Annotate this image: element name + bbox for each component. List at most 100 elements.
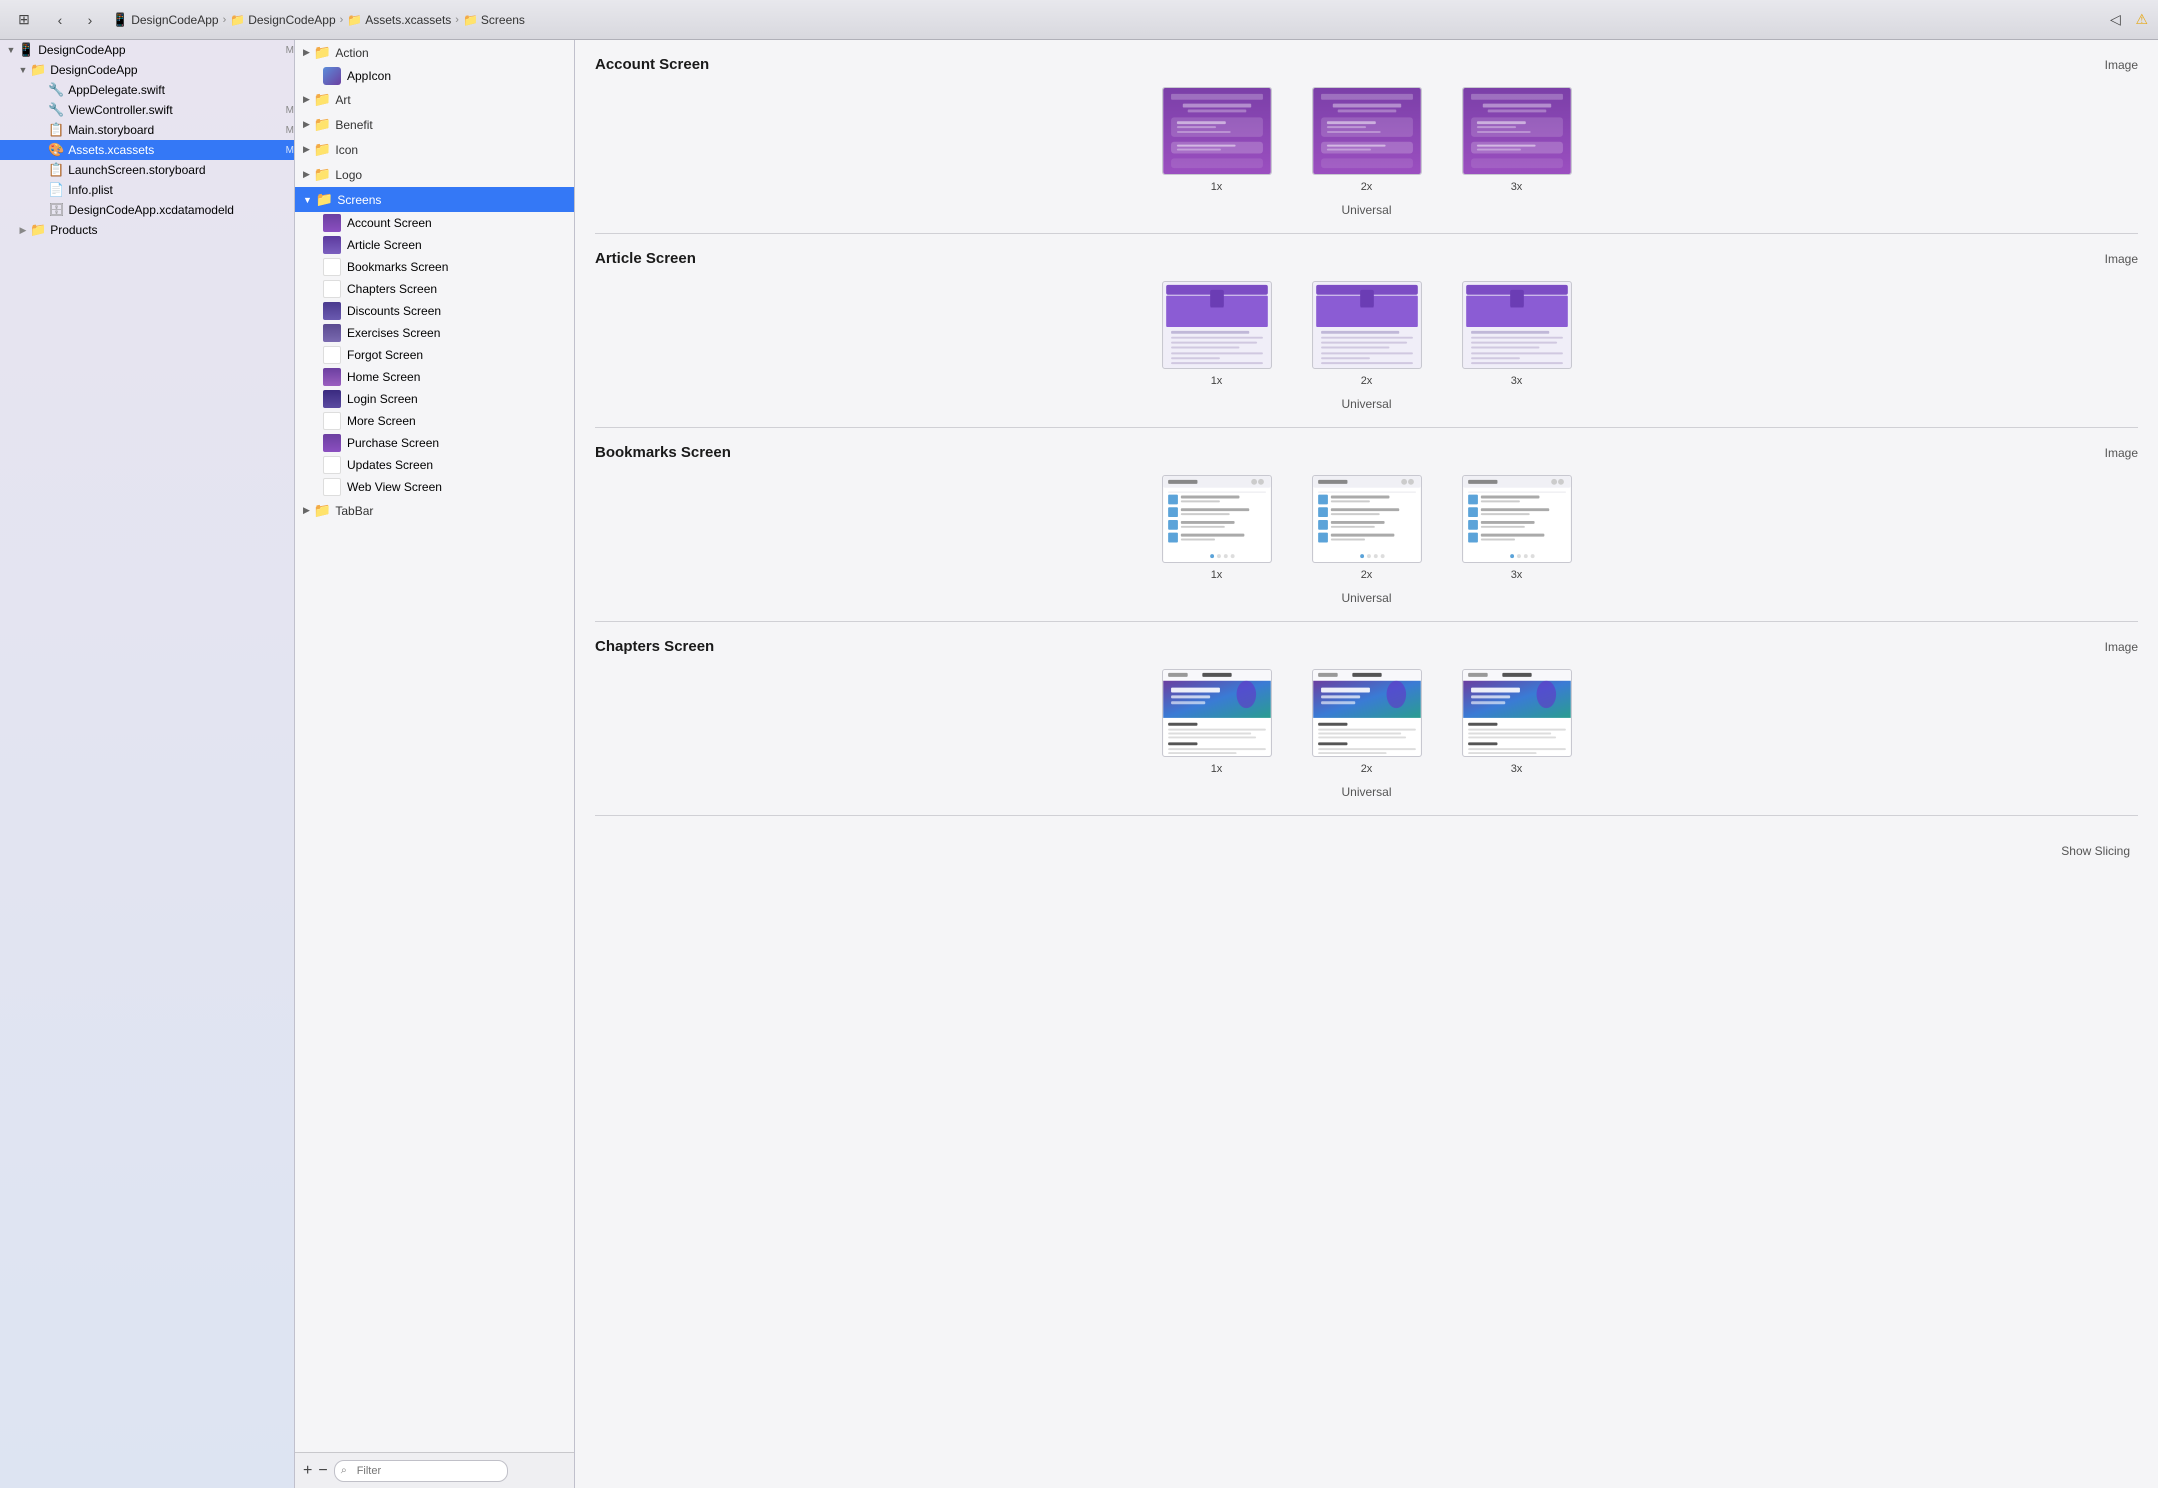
asset-group-art[interactable]: ▶ 📁 Art [295,87,574,112]
grid-view-button[interactable]: ⊞ [10,6,38,34]
toolbar: ⊞ ‹ › 📱 DesignCodeApp › 📁 DesignCodeApp … [0,0,2158,40]
folder-icon: 📁 [314,44,331,61]
folder-icon: 📁 [314,166,331,183]
asset-row-updates[interactable]: Updates Screen [295,454,574,476]
expand-arrow: ▶ [303,169,310,180]
slot-box[interactable] [1312,281,1422,369]
slot-box[interactable] [1462,87,1572,175]
slot-scale-label: 2x [1361,375,1373,387]
asset-label: Login Screen [347,392,418,406]
bottom-toolbar: Show Slicing [595,832,2138,870]
tree-item-products[interactable]: ▶ 📁 Products [0,220,294,240]
tree-item-viewcontroller[interactable]: 🔧 ViewController.swift M [0,100,294,120]
thumb [323,478,341,496]
asset-group-tabbar[interactable]: ▶ 📁 TabBar [295,498,574,523]
remove-asset-button[interactable]: − [318,1462,327,1480]
slot-1x[interactable]: 1x [1162,281,1272,387]
show-slicing-button[interactable]: Show Slicing [2053,840,2138,862]
slot-2x[interactable]: 2x [1312,281,1422,387]
slot-box[interactable] [1162,281,1272,369]
breadcrumb-app[interactable]: 📱 DesignCodeApp [112,12,219,28]
asset-group-screens[interactable]: ▼ 📁 Screens [295,187,574,212]
slot-2x[interactable]: 2x [1312,669,1422,775]
section-bookmarks-screen: Bookmarks Screen Image [595,444,2138,622]
add-asset-button[interactable]: + [303,1462,312,1480]
asset-label: Forgot Screen [347,348,423,362]
asset-list-footer: + − ⌕ [295,1452,574,1488]
tree-item-launchscreen[interactable]: 📋 LaunchScreen.storyboard [0,160,294,180]
assets-icon: 🎨 [48,142,64,158]
back-button[interactable]: ‹ [46,6,74,34]
image-slots: 1x [595,281,2138,387]
asset-label: Article Screen [347,238,422,252]
slot-box[interactable] [1462,475,1572,563]
section-type: Image [2105,640,2138,654]
slot-box[interactable] [1462,669,1572,757]
screens-folder-icon: 📁 [463,13,478,27]
breadcrumb-folder[interactable]: 📁 DesignCodeApp [230,13,335,27]
asset-row-login[interactable]: Login Screen [295,388,574,410]
section-type: Image [2105,58,2138,72]
slot-box[interactable] [1162,475,1272,563]
slot-1x[interactable]: 1x [1162,669,1272,775]
asset-row-more[interactable]: More Screen [295,410,574,432]
asset-group-action[interactable]: ▶ 📁 Action [295,40,574,65]
tree-item-assets[interactable]: 🎨 Assets.xcassets M [0,140,294,160]
slot-box[interactable] [1312,669,1422,757]
slot-box[interactable] [1462,281,1572,369]
breadcrumb-assets[interactable]: 📁 Assets.xcassets [347,13,451,27]
section-title: Article Screen [595,250,696,267]
forward-button[interactable]: › [76,6,104,34]
expand-arrow: ▶ [303,144,310,155]
slot-box[interactable] [1162,669,1272,757]
tree-item-datamodel[interactable]: 🗄 DesignCodeApp.xcdatamodeld [0,200,294,220]
warning-icon: ⚠ [2135,11,2148,28]
folder-icon: 📁 [316,191,333,208]
folder-icon: 📁 [314,91,331,108]
asset-row-bookmarks[interactable]: Bookmarks Screen [295,256,574,278]
universal-label: Universal [595,397,2138,411]
slot-box[interactable] [1312,475,1422,563]
left-panel-button[interactable]: ◁ [2101,6,2129,34]
slot-2x[interactable]: 2x [1312,87,1422,193]
asset-label: Home Screen [347,370,420,384]
asset-row-account[interactable]: Account Screen [295,212,574,234]
asset-row-appicon[interactable]: AppIcon [295,65,574,87]
thumb [323,236,341,254]
slot-2x[interactable]: 2x [1312,475,1422,581]
asset-group-logo[interactable]: ▶ 📁 Logo [295,162,574,187]
asset-row-forgot[interactable]: Forgot Screen [295,344,574,366]
tree-label: Main.storyboard [68,123,281,137]
expand-arrow: ▶ [303,94,310,105]
slot-box[interactable] [1312,87,1422,175]
tree-item-root[interactable]: ▼ 📱 DesignCodeApp M [0,40,294,60]
tree-item-mainstoryboard[interactable]: 📋 Main.storyboard M [0,120,294,140]
slot-3x[interactable]: 3x [1462,475,1572,581]
folder-icon: 📁 [314,141,331,158]
slot-box[interactable] [1162,87,1272,175]
breadcrumb-screens[interactable]: 📁 Screens [463,13,525,27]
asset-row-exercises[interactable]: Exercises Screen [295,322,574,344]
group-label: Icon [335,143,358,157]
asset-group-benefit[interactable]: ▶ 📁 Benefit [295,112,574,137]
slot-3x[interactable]: 3x [1462,87,1572,193]
slot-3x[interactable]: 3x [1462,669,1572,775]
tree-label: DesignCodeApp.xcdatamodeld [69,203,294,217]
asset-row-discounts[interactable]: Discounts Screen [295,300,574,322]
breadcrumb-sep-3: › [455,14,459,26]
asset-row-purchase[interactable]: Purchase Screen [295,432,574,454]
folder-icon: 📁 [30,62,46,78]
asset-group-icon[interactable]: ▶ 📁 Icon [295,137,574,162]
slot-3x[interactable]: 3x [1462,281,1572,387]
tree-item-infoplist[interactable]: 📄 Info.plist [0,180,294,200]
slot-1x[interactable]: 1x [1162,475,1272,581]
tree-item-folder[interactable]: ▼ 📁 DesignCodeApp [0,60,294,80]
asset-row-article[interactable]: Article Screen [295,234,574,256]
asset-row-webview[interactable]: Web View Screen [295,476,574,498]
slot-1x[interactable]: 1x [1162,87,1272,193]
tree-item-appdelegate[interactable]: 🔧 AppDelegate.swift [0,80,294,100]
storyboard-icon: 📋 [48,162,64,178]
filter-input[interactable] [334,1460,508,1482]
asset-row-home[interactable]: Home Screen [295,366,574,388]
asset-row-chapters[interactable]: Chapters Screen [295,278,574,300]
